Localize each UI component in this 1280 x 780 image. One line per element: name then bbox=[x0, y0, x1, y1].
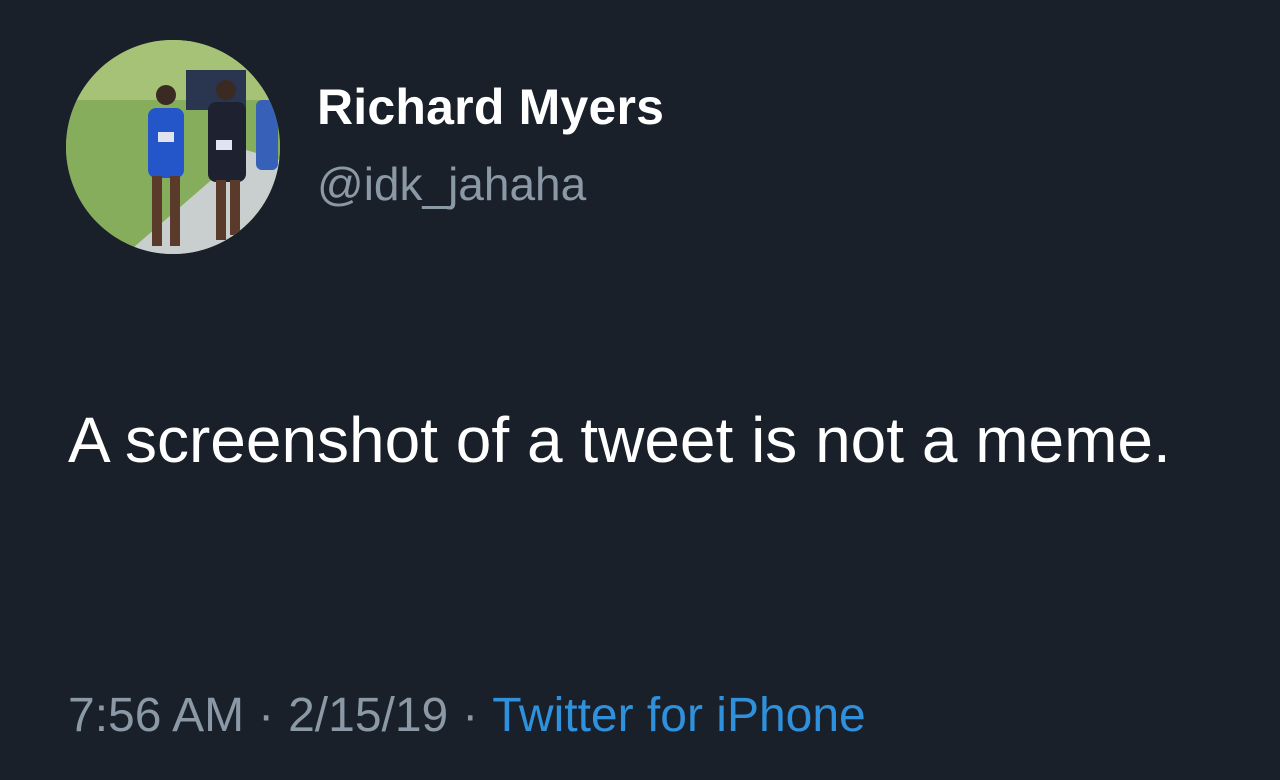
tweet-time: 7:56 AM bbox=[68, 689, 245, 742]
tweet-text: A screenshot of a tweet is not a meme. bbox=[68, 404, 1171, 476]
profile-avatar[interactable] bbox=[66, 40, 280, 254]
meta-separator: · bbox=[462, 689, 479, 742]
author-handle[interactable]: @idk_jahaha bbox=[317, 157, 586, 211]
tweet-card: Richard Myers @idk_jahaha A screenshot o… bbox=[0, 0, 1280, 780]
tweet-metadata: 7:56 AM · 2/15/19 · Twitter for iPhone bbox=[68, 688, 866, 743]
meta-separator: · bbox=[258, 689, 275, 742]
author-display-name[interactable]: Richard Myers bbox=[317, 78, 664, 136]
avatar-photo-icon bbox=[66, 40, 280, 254]
tweet-source-link[interactable]: Twitter for iPhone bbox=[492, 689, 866, 742]
tweet-date: 2/15/19 bbox=[288, 689, 449, 742]
